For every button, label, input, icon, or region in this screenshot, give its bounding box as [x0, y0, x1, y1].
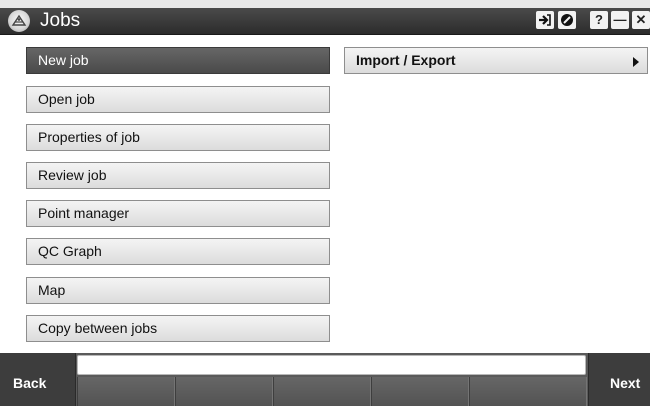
menu-item-label: Copy between jobs	[38, 320, 158, 336]
bottom-bar: Back Next	[0, 353, 650, 406]
menu-item-label: Properties of job	[38, 129, 140, 145]
back-label: Back	[13, 375, 47, 391]
menu-item-label: New job	[38, 52, 89, 68]
softkey-3[interactable]	[273, 377, 371, 406]
jobs-window: Jobs ? — ✕ New job Open job Properties o…	[0, 0, 650, 406]
menu-item-qc-graph[interactable]: QC Graph	[26, 238, 330, 265]
menu-item-new-job[interactable]: New job	[26, 47, 330, 74]
menu-item-label: QC Graph	[38, 243, 102, 259]
softkey-5[interactable]	[469, 377, 587, 406]
next-label: Next	[610, 375, 641, 391]
top-strip	[0, 0, 650, 8]
trimble-access-icon[interactable]	[8, 10, 30, 32]
help-button[interactable]: ?	[590, 11, 608, 29]
menu-item-label: Map	[38, 282, 66, 298]
no-entry-icon[interactable]	[558, 11, 576, 29]
close-button[interactable]: ✕	[632, 11, 650, 29]
menu-item-import-export[interactable]: Import / Export	[344, 47, 648, 74]
menu-item-label: Import / Export	[356, 52, 456, 68]
menu-item-label: Point manager	[38, 205, 130, 221]
softkey-1[interactable]	[77, 377, 175, 406]
softkey-4[interactable]	[371, 377, 469, 406]
menu-item-copy-between-jobs[interactable]: Copy between jobs	[26, 315, 330, 342]
window-title: Jobs	[40, 10, 81, 31]
menu-item-label: Open job	[38, 91, 95, 107]
menu-item-point-manager[interactable]: Point manager	[26, 200, 330, 227]
status-field	[77, 355, 586, 375]
menu-item-label: Review job	[38, 167, 107, 183]
menu-item-review-job[interactable]: Review job	[26, 162, 330, 189]
softkey-2[interactable]	[175, 377, 273, 406]
back-button[interactable]: Back	[0, 353, 76, 406]
title-bar: Jobs ? — ✕	[0, 8, 650, 35]
menu-item-map[interactable]: Map	[26, 277, 330, 304]
next-button[interactable]: Next	[588, 353, 650, 406]
submenu-arrow-icon	[633, 57, 639, 67]
menu-item-open-job[interactable]: Open job	[26, 86, 330, 113]
minimize-button[interactable]: —	[611, 11, 629, 29]
login-arrow-icon[interactable]	[536, 11, 554, 29]
menu-item-properties-of-job[interactable]: Properties of job	[26, 124, 330, 151]
